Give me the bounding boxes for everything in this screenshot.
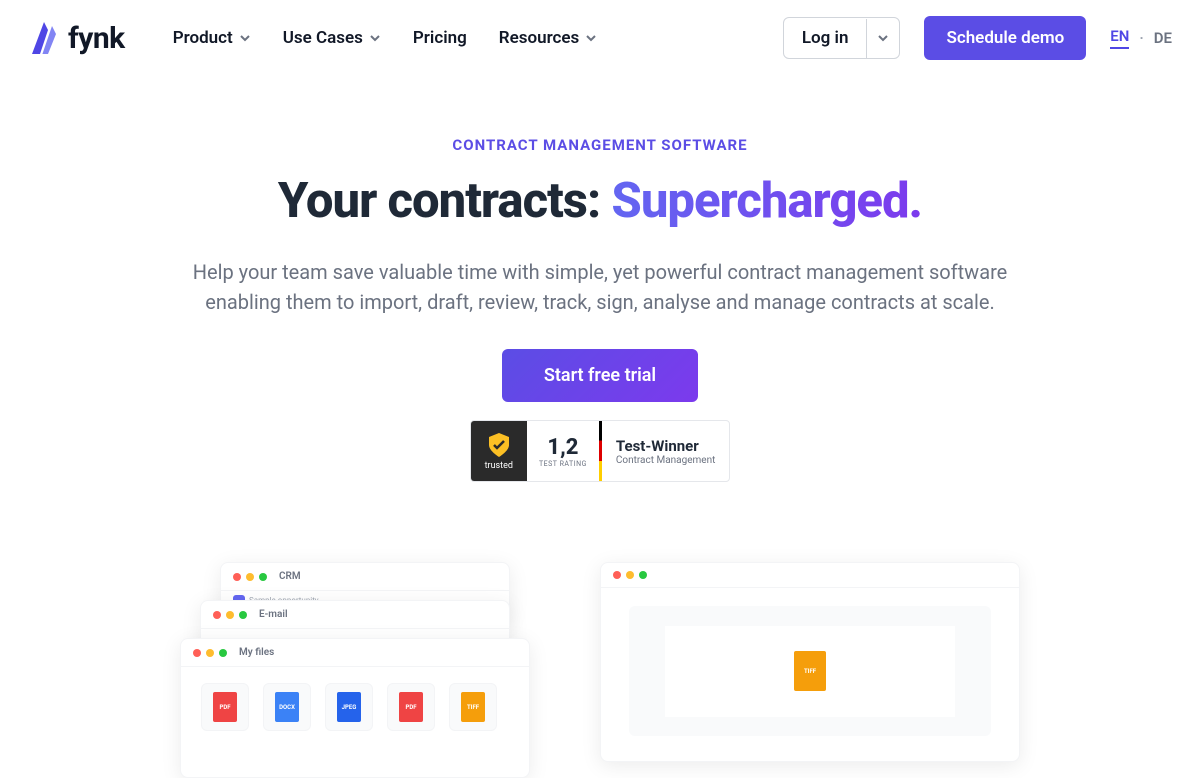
- lang-de[interactable]: DE: [1154, 29, 1172, 47]
- subheadline: Help your team save valuable time with s…: [160, 257, 1040, 317]
- window-stack: CRM Sample opportunity E-mail My files: [180, 562, 540, 762]
- file-pdf: [201, 683, 249, 731]
- file-docx: [263, 683, 311, 731]
- trust-badge[interactable]: trusted 1,2 TEST RATING Test-Winner Cont…: [470, 420, 731, 482]
- hero-section: CONTRACT MANAGEMENT SOFTWARE Your contra…: [0, 76, 1200, 502]
- headline: Your contracts: Supercharged.: [20, 172, 1180, 229]
- language-switcher: EN · DE: [1110, 27, 1172, 49]
- logo-text: fynk: [68, 21, 125, 56]
- nav-usecases[interactable]: Use Cases: [283, 28, 381, 48]
- lang-en[interactable]: EN: [1110, 27, 1129, 49]
- chevron-down-icon: [877, 32, 889, 44]
- header-actions: Log in Schedule demo EN · DE: [783, 16, 1172, 60]
- chevron-down-icon: [369, 32, 381, 44]
- file-tiff: [449, 683, 497, 731]
- file-pdf: [387, 683, 435, 731]
- schedule-demo-button[interactable]: Schedule demo: [924, 16, 1086, 60]
- login-dropdown[interactable]: [866, 19, 899, 58]
- main-nav: Product Use Cases Pricing Resources: [173, 28, 598, 48]
- file-list: [181, 667, 529, 747]
- start-trial-button[interactable]: Start free trial: [502, 349, 698, 402]
- nav-resources[interactable]: Resources: [499, 28, 598, 48]
- shield-check-icon: [485, 431, 513, 459]
- logo[interactable]: fynk: [28, 18, 125, 58]
- chevron-down-icon: [239, 32, 251, 44]
- chevron-down-icon: [585, 32, 597, 44]
- drop-area: [629, 606, 991, 736]
- file-jpeg: [325, 683, 373, 731]
- drop-window: [600, 562, 1020, 762]
- nav-pricing[interactable]: Pricing: [413, 28, 467, 48]
- nav-product[interactable]: Product: [173, 28, 251, 48]
- eyebrow: CONTRACT MANAGEMENT SOFTWARE: [20, 136, 1180, 154]
- files-window: My files: [180, 638, 530, 778]
- site-header: fynk Product Use Cases Pricing Resources…: [0, 0, 1200, 76]
- login-button[interactable]: Log in: [783, 17, 901, 59]
- logo-icon: [28, 18, 60, 58]
- dropped-file-icon: [794, 651, 826, 691]
- illustration-section: CRM Sample opportunity E-mail My files: [0, 502, 1200, 762]
